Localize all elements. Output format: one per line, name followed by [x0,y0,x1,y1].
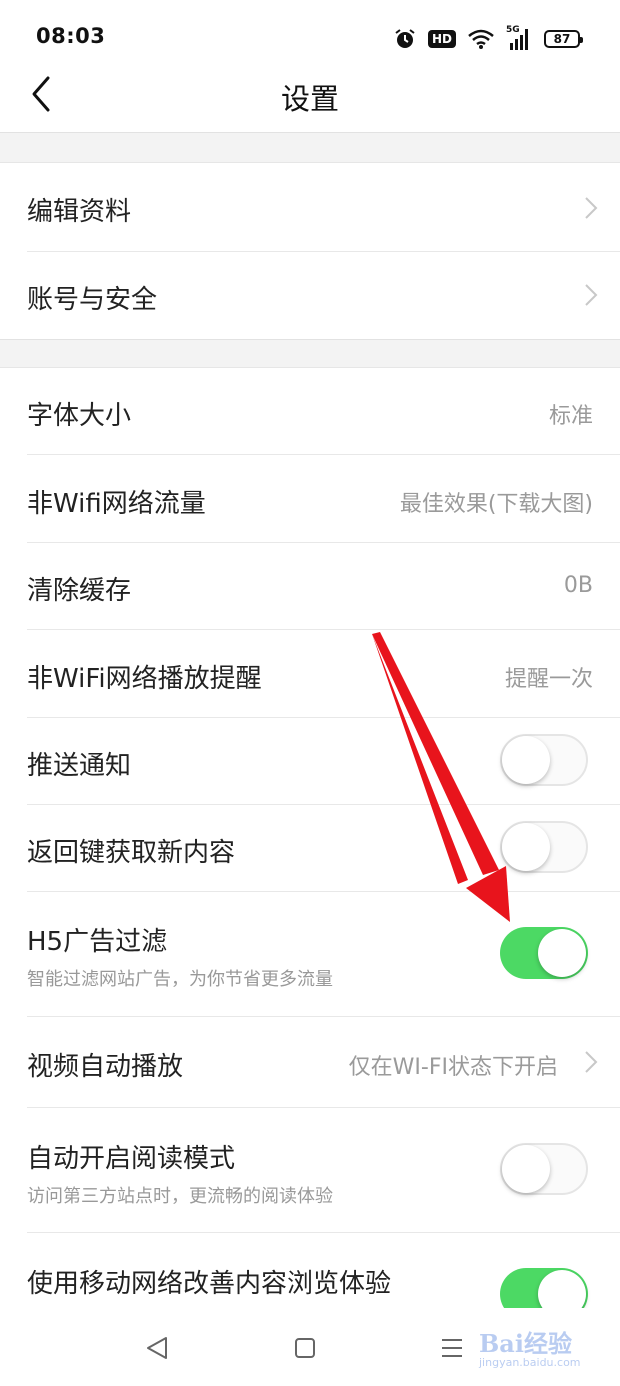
settings-row-auto-reading-mode: 自动开启阅读模式 访问第三方站点时，更流畅的阅读体验 [0,1108,620,1233]
battery-icon: 87 [544,30,583,48]
chevron-right-icon [585,284,598,306]
row-label: 使用移动网络改善内容浏览体验 [27,1269,392,1299]
mobile-network-improve-toggle[interactable] [500,1268,588,1308]
system-home-button[interactable] [285,1330,325,1366]
row-label: 自动开启阅读模式 [27,1144,236,1174]
row-value: 仅在WI-FI状态下开启 [348,1055,558,1080]
settings-row-non-wifi-traffic[interactable]: 非Wifi网络流量 最佳效果(下载大图) [0,455,620,543]
baidu-watermark: Bai经验 jingyan.baidu.com [473,1322,613,1378]
back-triangle-icon [147,1337,167,1359]
status-icons: HD 5G 87 [394,22,583,56]
menu-lines-icon [442,1339,462,1357]
settings-row-clear-cache[interactable]: 清除缓存 0B [0,543,620,630]
row-label: 推送通知 [27,751,132,781]
toggle-knob [538,929,586,977]
toggle-knob [502,736,550,784]
h5-ad-filter-toggle[interactable] [500,927,588,979]
wifi-icon [468,29,494,49]
row-value: 提醒一次 [504,667,593,692]
alarm-icon [395,29,415,48]
row-value: 标准 [548,404,593,429]
settings-row-account-security[interactable]: 账号与安全 [0,252,620,339]
watermark-brand: Bai经验 [479,1329,572,1358]
section-gap [0,339,620,368]
row-label: 视频自动播放 [27,1052,184,1082]
section-gap [0,132,620,163]
5g-signal-icon: 5G [506,25,532,51]
chevron-right-icon [585,197,598,219]
settings-row-font-size[interactable]: 字体大小 标准 [0,368,620,455]
watermark-url: jingyan.baidu.com [479,1356,581,1369]
row-subtitle: 访问第三方站点时，更流畅的阅读体验 [27,1186,333,1207]
settings-row-mobile-network-improve: 使用移动网络改善内容浏览体验 [0,1233,620,1308]
row-label: H5广告过滤 [27,927,168,957]
system-back-button[interactable] [138,1330,178,1366]
row-value: 0B [563,573,593,598]
settings-row-push-notification: 推送通知 [0,718,620,805]
row-subtitle: 智能过滤网站广告，为你节省更多流量 [27,969,333,990]
toggle-knob [502,823,550,871]
row-label: 账号与安全 [27,285,158,315]
settings-row-h5-ad-filter: H5广告过滤 智能过滤网站广告，为你节省更多流量 [0,892,620,1017]
system-menu-button[interactable] [432,1330,472,1366]
chevron-right-icon [585,1051,598,1073]
toggle-knob [538,1270,586,1308]
home-square-icon [295,1338,315,1358]
row-value: 最佳效果(下载大图) [399,492,593,517]
nav-bar: 设置 [0,58,620,132]
settings-row-edit-profile[interactable]: 编辑资料 [0,163,620,252]
row-label: 编辑资料 [27,197,132,227]
auto-reading-mode-toggle[interactable] [500,1143,588,1195]
row-label: 非WiFi网络播放提醒 [27,664,262,694]
page-title: 设置 [280,82,339,116]
row-label: 清除缓存 [27,576,132,606]
settings-row-non-wifi-playback-reminder[interactable]: 非WiFi网络播放提醒 提醒一次 [0,630,620,718]
status-time: 08:03 [36,24,106,48]
row-label: 返回键获取新内容 [27,838,236,868]
hd-icon: HD [427,30,456,48]
push-notification-toggle[interactable] [500,734,588,786]
settings-row-back-key-refresh: 返回键获取新内容 [0,805,620,892]
toggle-knob [502,1145,550,1193]
row-label: 非Wifi网络流量 [27,489,206,519]
row-label: 字体大小 [27,401,132,431]
back-key-refresh-toggle[interactable] [500,821,588,873]
settings-row-video-autoplay[interactable]: 视频自动播放 仅在WI-FI状态下开启 [0,1017,620,1108]
